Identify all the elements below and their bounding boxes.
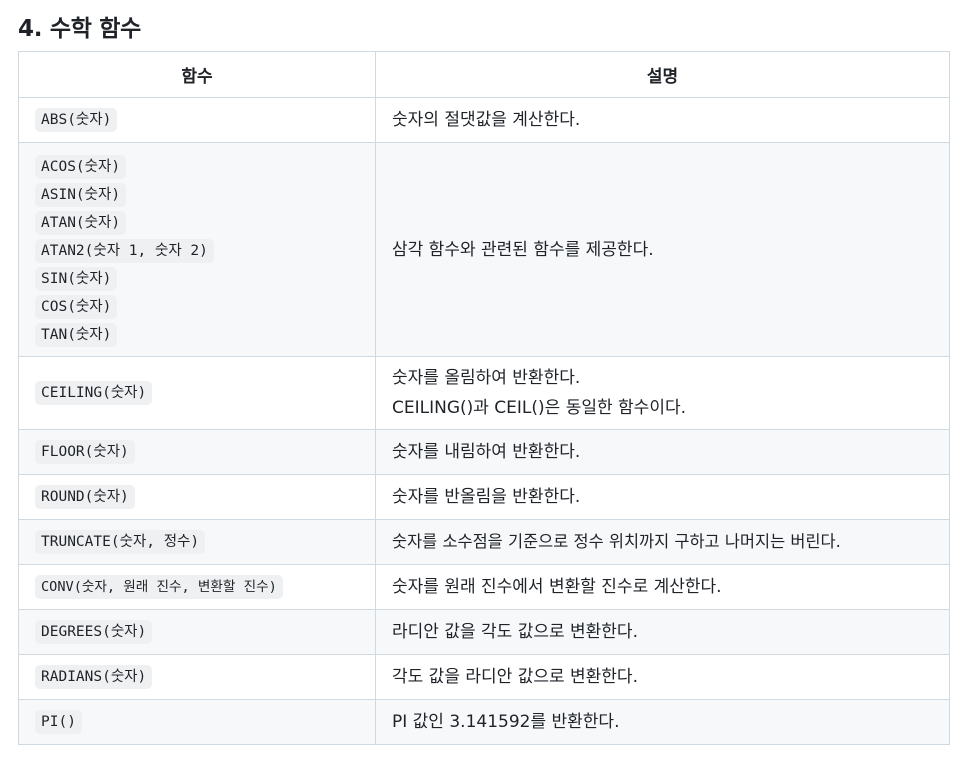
table-row: ACOS(숫자) ASIN(숫자) ATAN(숫자) ATAN2(숫자 1, 숫… bbox=[18, 142, 950, 357]
description-cell: 각도 값을 라디안 값으로 변환한다. bbox=[375, 654, 950, 700]
description-text: 라디안 값을 각도 값으로 변환한다. bbox=[392, 622, 638, 642]
function-cell: TRUNCATE(숫자, 정수) bbox=[18, 519, 376, 565]
table-row: FLOOR(숫자) 숫자를 내림하여 반환한다. bbox=[18, 429, 950, 475]
function-code: CONV(숫자, 원래 진수, 변환할 진수) bbox=[35, 575, 283, 599]
description-cell: 숫자의 절댓값을 계산한다. bbox=[375, 97, 950, 143]
header-function: 함수 bbox=[18, 51, 376, 98]
function-cell: DEGREES(숫자) bbox=[18, 609, 376, 655]
table-row: RADIANS(숫자) 각도 값을 라디안 값으로 변환한다. bbox=[18, 654, 950, 700]
function-code: RADIANS(숫자) bbox=[35, 665, 153, 689]
function-code: ROUND(숫자) bbox=[35, 485, 135, 509]
function-cell: RADIANS(숫자) bbox=[18, 654, 376, 700]
function-code: FLOOR(숫자) bbox=[35, 440, 135, 464]
function-code: COS(숫자) bbox=[35, 295, 118, 319]
description-text: PI 값인 3.141592를 반환한다. bbox=[392, 712, 620, 732]
table-row: CONV(숫자, 원래 진수, 변환할 진수) 숫자를 원래 진수에서 변환할 … bbox=[18, 564, 950, 610]
function-cell: ACOS(숫자) ASIN(숫자) ATAN(숫자) ATAN2(숫자 1, 숫… bbox=[18, 142, 376, 357]
table-row: TRUNCATE(숫자, 정수) 숫자를 소수점을 기준으로 정수 위치까지 구… bbox=[18, 519, 950, 565]
description-text: 숫자를 내림하여 반환한다. bbox=[392, 442, 581, 462]
description-cell: 삼각 함수와 관련된 함수를 제공한다. bbox=[375, 142, 950, 357]
function-code: CEILING(숫자) bbox=[35, 381, 153, 405]
description-text: 숫자를 반올림을 반환한다. bbox=[392, 487, 581, 507]
function-code: TAN(숫자) bbox=[35, 323, 118, 347]
function-code: ASIN(숫자) bbox=[35, 183, 127, 207]
description-text: 숫자를 올림하여 반환한다. bbox=[392, 368, 581, 388]
function-cell: ROUND(숫자) bbox=[18, 474, 376, 520]
function-cell: FLOOR(숫자) bbox=[18, 429, 376, 475]
function-code: DEGREES(숫자) bbox=[35, 620, 153, 644]
function-cell: PI() bbox=[18, 699, 376, 745]
description-text: CEILING()과 CEIL()은 동일한 함수이다. bbox=[392, 398, 687, 418]
function-code: ATAN2(숫자 1, 숫자 2) bbox=[35, 239, 214, 263]
table-row: PI() PI 값인 3.141592를 반환한다. bbox=[18, 699, 950, 745]
math-functions-table: 함수 설명 ABS(숫자) 숫자의 절댓값을 계산한다. ACOS(숫자) AS… bbox=[18, 51, 950, 745]
function-code: TRUNCATE(숫자, 정수) bbox=[35, 530, 206, 554]
function-cell: ABS(숫자) bbox=[18, 97, 376, 143]
table-row: ROUND(숫자) 숫자를 반올림을 반환한다. bbox=[18, 474, 950, 520]
function-code: SIN(숫자) bbox=[35, 267, 118, 291]
function-code: ABS(숫자) bbox=[35, 108, 118, 132]
section-title: 4. 수학 함수 bbox=[18, 16, 141, 42]
table-row: ABS(숫자) 숫자의 절댓값을 계산한다. bbox=[18, 97, 950, 143]
table-header-row: 함수 설명 bbox=[18, 51, 950, 98]
function-cell: CONV(숫자, 원래 진수, 변환할 진수) bbox=[18, 564, 376, 610]
description-cell: 숫자를 소수점을 기준으로 정수 위치까지 구하고 나머지는 버린다. bbox=[375, 519, 950, 565]
description-cell: 숫자를 원래 진수에서 변환할 진수로 계산한다. bbox=[375, 564, 950, 610]
description-cell: 숫자를 올림하여 반환한다. CEILING()과 CEIL()은 동일한 함수… bbox=[375, 356, 950, 430]
description-text: 숫자의 절댓값을 계산한다. bbox=[392, 110, 581, 130]
description-text: 삼각 함수와 관련된 함수를 제공한다. bbox=[392, 239, 654, 260]
description-cell: 숫자를 반올림을 반환한다. bbox=[375, 474, 950, 520]
description-cell: PI 값인 3.141592를 반환한다. bbox=[375, 699, 950, 745]
description-cell: 숫자를 내림하여 반환한다. bbox=[375, 429, 950, 475]
header-description: 설명 bbox=[375, 51, 950, 98]
function-cell: CEILING(숫자) bbox=[18, 356, 376, 430]
description-text: 숫자를 소수점을 기준으로 정수 위치까지 구하고 나머지는 버린다. bbox=[392, 532, 841, 551]
table-row: CEILING(숫자) 숫자를 올림하여 반환한다. CEILING()과 CE… bbox=[18, 356, 950, 430]
description-text: 각도 값을 라디안 값으로 변환한다. bbox=[392, 667, 638, 687]
function-code: PI() bbox=[35, 710, 82, 734]
description-cell: 라디안 값을 각도 값으로 변환한다. bbox=[375, 609, 950, 655]
description-text: 숫자를 원래 진수에서 변환할 진수로 계산한다. bbox=[392, 577, 722, 597]
table-row: DEGREES(숫자) 라디안 값을 각도 값으로 변환한다. bbox=[18, 609, 950, 655]
function-code: ACOS(숫자) bbox=[35, 155, 127, 179]
document-page: 4. 수학 함수 함수 설명 ABS(숫자) 숫자의 절댓값을 계산한다. AC… bbox=[0, 0, 967, 745]
function-code: ATAN(숫자) bbox=[35, 211, 127, 235]
